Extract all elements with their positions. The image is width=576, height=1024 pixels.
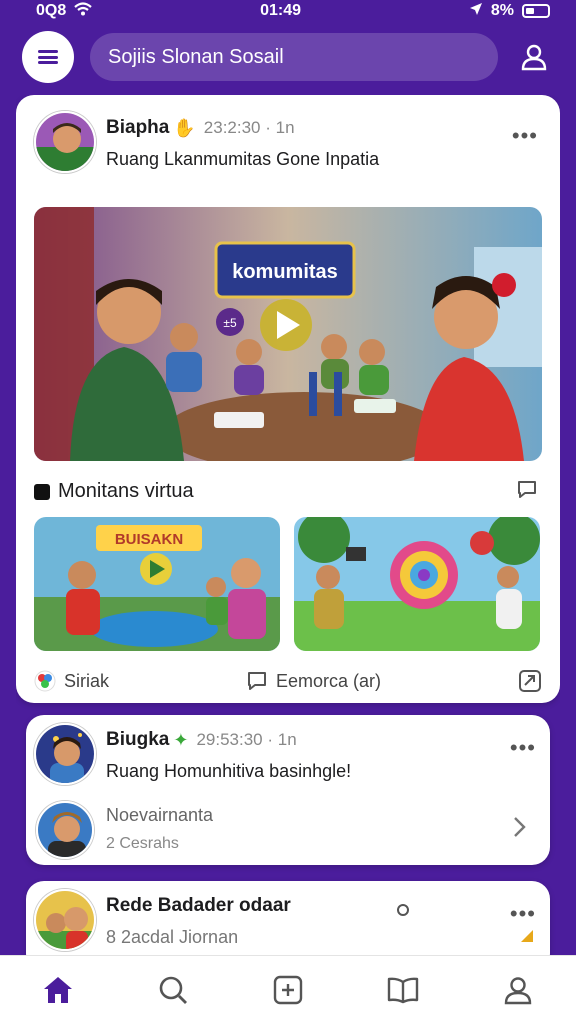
bottom-nav bbox=[0, 955, 576, 1024]
post-text: Ruang Homunhitiva basinhgle! bbox=[106, 761, 352, 781]
wifi-icon bbox=[74, 1, 92, 21]
hero-badge: ±5 bbox=[223, 316, 237, 330]
avatar bbox=[36, 801, 94, 859]
feed: Biapha ✋ 23:2:30 · 1n Ruang Lkanmumitas … bbox=[16, 95, 560, 955]
emoji-icon: ✋ bbox=[173, 117, 196, 138]
nav-library[interactable] bbox=[373, 960, 433, 1020]
nav-home[interactable] bbox=[28, 960, 88, 1020]
post-author[interactable]: Biugka bbox=[106, 729, 169, 751]
post-video[interactable]: komumitas ±5 bbox=[34, 207, 542, 461]
chevron-right-icon[interactable] bbox=[512, 815, 528, 844]
search-bar-text: Sojiis Slonan Sosail bbox=[108, 45, 284, 68]
post-card: Biugka ✦ 29:53:30 · 1n Ruang Homunhitiva… bbox=[26, 715, 550, 865]
video-thumbnail[interactable] bbox=[294, 517, 540, 651]
like-button[interactable]: Siriak bbox=[34, 670, 109, 692]
more-options-icon[interactable]: ••• bbox=[512, 123, 538, 149]
battery-percent: 8% bbox=[490, 2, 514, 19]
hamburger-icon bbox=[38, 50, 58, 64]
post-timestamp: 29:53:30 · 1n bbox=[196, 730, 297, 749]
nav-add[interactable] bbox=[258, 960, 318, 1020]
search-icon bbox=[159, 976, 187, 1004]
avatar[interactable] bbox=[34, 723, 96, 785]
section-icon bbox=[34, 483, 50, 500]
user-icon bbox=[521, 44, 547, 71]
post-header: Biapha ✋ 23:2:30 · 1n Ruang Lkanmumitas … bbox=[34, 111, 542, 175]
comment-button[interactable]: Eemorca (ar) bbox=[246, 670, 381, 692]
community-count: 2 Cesrahs bbox=[106, 835, 179, 852]
search-bar[interactable]: Sojiis Slonan Sosail bbox=[90, 33, 498, 81]
more-options-icon[interactable]: ••• bbox=[510, 735, 536, 761]
bookmark-icon[interactable] bbox=[520, 929, 534, 948]
share-button[interactable] bbox=[518, 669, 542, 693]
profile-button[interactable] bbox=[514, 37, 554, 77]
post-text: Ruang Lkanmumitas Gone Inpatia bbox=[106, 149, 380, 169]
tag-icon bbox=[396, 903, 410, 922]
add-icon bbox=[273, 975, 303, 1005]
post-card: Biapha ✋ 23:2:30 · 1n Ruang Lkanmumitas … bbox=[16, 95, 560, 703]
reaction-icon bbox=[34, 670, 56, 692]
app-header: Sojiis Slonan Sosail bbox=[0, 24, 576, 90]
nav-search[interactable] bbox=[143, 960, 203, 1020]
linked-community-row[interactable]: Noevairnanta 2 Cesrahs bbox=[36, 799, 540, 861]
chat-bubble-icon[interactable] bbox=[516, 478, 538, 505]
video-thumbnail[interactable]: BUISAKN bbox=[34, 517, 280, 651]
avatar[interactable] bbox=[34, 889, 96, 951]
menu-button[interactable] bbox=[22, 31, 74, 83]
battery-icon bbox=[521, 4, 550, 18]
post-card: Rede Badader odaar 8 2acdal Jiornan ••• bbox=[26, 881, 550, 955]
home-icon bbox=[43, 977, 72, 1003]
community-name: Noevairnanta bbox=[106, 805, 214, 825]
avatar[interactable] bbox=[34, 111, 96, 173]
status-time-left: 0Q8 bbox=[36, 2, 67, 19]
book-icon bbox=[387, 977, 419, 1004]
comment-icon bbox=[248, 672, 266, 690]
thumb-banner-text: BUISAKN bbox=[115, 531, 183, 548]
post-actions: Siriak Eemorca (ar) bbox=[34, 667, 542, 695]
hero-banner-text: komumitas bbox=[232, 261, 338, 283]
post-timestamp: 23:2:30 · 1n bbox=[203, 118, 295, 137]
post-author[interactable]: Rede Badader odaar bbox=[106, 895, 291, 917]
post-header: Biugka ✦ 29:53:30 · 1n Ruang Homunhitiva… bbox=[34, 723, 540, 787]
status-time: 01:49 bbox=[260, 2, 302, 19]
more-options-icon[interactable]: ••• bbox=[510, 901, 536, 927]
post-header: Rede Badader odaar 8 2acdal Jiornan ••• bbox=[34, 889, 540, 953]
nav-profile[interactable] bbox=[488, 960, 548, 1020]
share-icon bbox=[519, 670, 541, 692]
profile-icon bbox=[505, 977, 532, 1005]
status-bar: 0Q8 01:49 8% bbox=[0, 0, 576, 22]
comment-label: Eemorca (ar) bbox=[276, 670, 382, 691]
section-title: Monitans virtua bbox=[58, 480, 194, 502]
like-label: Siriak bbox=[64, 670, 110, 691]
post-author[interactable]: Biapha bbox=[106, 117, 169, 139]
location-icon bbox=[469, 2, 483, 21]
post-subtitle: 8 2acdal Jiornan bbox=[106, 927, 239, 947]
frog-emoji-icon: ✦ bbox=[173, 729, 189, 750]
